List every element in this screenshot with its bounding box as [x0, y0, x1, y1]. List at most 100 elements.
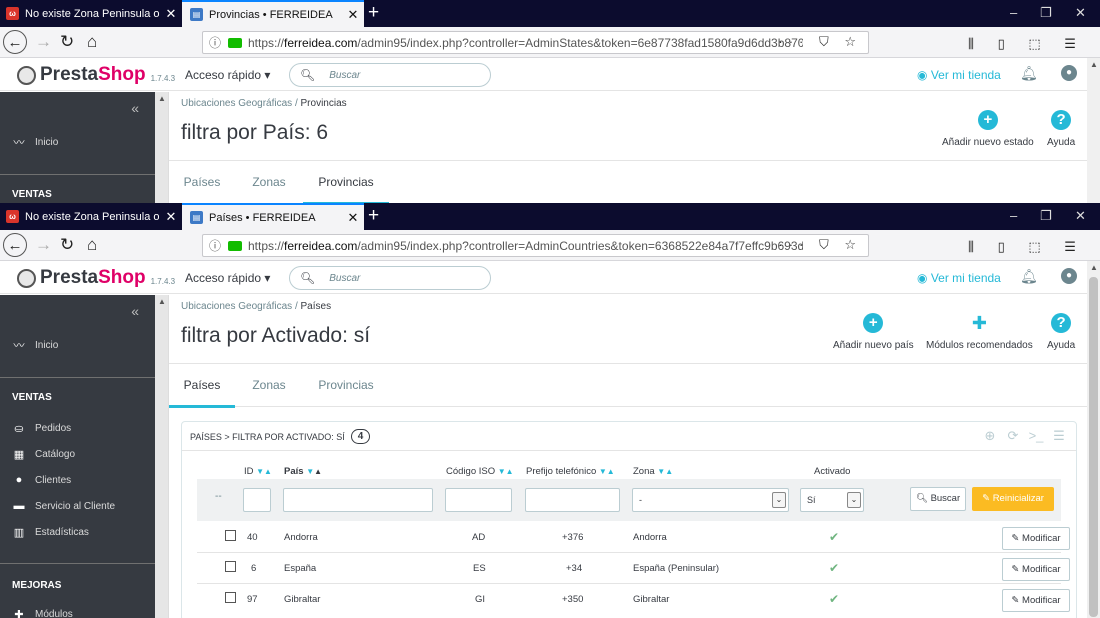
view-store-link[interactable]: ◉ Ver mi tienda — [917, 271, 1001, 285]
page-scrollbar[interactable]: ▲ — [1087, 58, 1100, 203]
close-icon[interactable]: ✕ — [342, 7, 364, 23]
col-iso[interactable]: Código ISO ▼▲ — [446, 466, 514, 477]
close-icon[interactable]: ✕ — [160, 6, 182, 22]
search-button[interactable]: 🔍︎ Buscar — [910, 487, 966, 511]
bell-icon[interactable]: 🔔︎ — [1020, 65, 1038, 82]
sidebar-item-catalogo[interactable]: ▦ Catálogo — [12, 448, 75, 461]
col-id[interactable]: ID ▼▲ — [244, 466, 272, 477]
edit-button[interactable]: ✎ Modificar — [1002, 527, 1070, 550]
minimize-icon[interactable]: – — [1010, 208, 1017, 223]
sidebar-item-inicio[interactable]: 〰 Inicio — [12, 134, 59, 150]
reload-icon[interactable]: ↻ — [60, 32, 74, 52]
row-checkbox[interactable] — [225, 530, 236, 541]
new-tab-icon[interactable]: + — [368, 2, 379, 24]
quick-access-dropdown[interactable]: Acceso rápido ▾ — [185, 271, 270, 285]
tab-paises[interactable]: Países — [169, 364, 235, 408]
check-icon[interactable]: ✔ — [829, 561, 839, 575]
search-input[interactable]: 🔍︎ Buscar — [289, 63, 491, 87]
col-zona[interactable]: Zona ▼▲ — [633, 466, 673, 477]
col-pais[interactable]: País ▼▲ — [284, 466, 322, 477]
view-store-link[interactable]: ◉ Ver mi tienda — [917, 68, 1001, 82]
table-row[interactable]: 40 Andorra AD +376 Andorra ✔ ✎ Modificar — [197, 522, 1070, 553]
col-prefijo[interactable]: Prefijo telefónico ▼▲ — [526, 466, 615, 477]
row-checkbox[interactable] — [225, 592, 236, 603]
tab-provincias[interactable]: Provincias — [303, 161, 389, 203]
help-button[interactable]: ? Ayuda — [1047, 110, 1075, 148]
new-tab-icon[interactable]: + — [368, 205, 379, 227]
add-state-button[interactable]: + Añadir nuevo estado — [942, 110, 1034, 148]
url-bar[interactable]: ⓘ https://ferreidea.com/admin95/index.ph… — [202, 234, 869, 257]
sidebar-item-inicio[interactable]: 〰 Inicio — [12, 337, 59, 353]
restore-icon[interactable]: ❐ — [1040, 5, 1052, 21]
quick-access-dropdown[interactable]: Acceso rápido ▾ — [185, 68, 270, 82]
sidebar-scrollbar[interactable]: ▲ — [155, 295, 169, 618]
edit-button[interactable]: ✎ Modificar — [1002, 589, 1070, 612]
sidebar-item-estadisticas[interactable]: ▥ Estadísticas — [12, 526, 89, 539]
browser-tab-inactive[interactable]: ω No existe Zona Peninsula o Fue ✕ — [0, 203, 182, 230]
library-sidebar-icons[interactable]: ⫼ ▯ ⬚ ☰ — [968, 237, 1086, 257]
collapse-sidebar-icon[interactable]: « — [131, 303, 139, 319]
reload-icon[interactable]: ↻ — [60, 235, 74, 255]
user-icon[interactable]: ● — [1061, 65, 1077, 81]
help-button[interactable]: ? Ayuda — [1047, 313, 1075, 351]
add-country-button[interactable]: + Añadir nuevo país — [833, 313, 914, 351]
edit-button[interactable]: ✎ Modificar — [1002, 558, 1070, 581]
bell-icon[interactable]: 🔔︎ — [1020, 268, 1038, 285]
sidebar-item-clientes[interactable]: ● Clientes — [12, 474, 71, 486]
info-icon[interactable]: ⓘ — [209, 237, 225, 254]
info-icon[interactable]: ⓘ — [209, 34, 225, 51]
back-arrow-icon[interactable]: ← — [3, 30, 27, 54]
search-input[interactable]: 🔍︎ Buscar — [289, 266, 491, 290]
close-icon[interactable]: ✕ — [342, 210, 364, 226]
back-arrow-icon[interactable]: ← — [3, 233, 27, 257]
browser-tab-active[interactable]: ▤ Países • FERREIDEA ✕ — [182, 203, 364, 230]
filter-activado-select[interactable]: Sí ⌄ — [800, 488, 864, 512]
sql-icon[interactable]: >_ — [1027, 427, 1045, 445]
sidebar-scrollbar[interactable]: ▲ — [155, 92, 169, 203]
recommended-modules-button[interactable]: ✚ Módulos recomendados — [926, 313, 1033, 351]
library-sidebar-icons[interactable]: ⫼ ▯ ⬚ ☰ — [968, 34, 1086, 54]
page-actions-icons[interactable]: ··· ⛉ ☆ — [778, 34, 862, 50]
restore-icon[interactable]: ❐ — [1040, 208, 1052, 224]
add-icon[interactable]: ⊕ — [981, 427, 999, 445]
filter-id-input[interactable] — [243, 488, 271, 512]
url-bar[interactable]: ⓘ https://ferreidea.com/admin95/index.ph… — [202, 31, 869, 54]
reset-button[interactable]: ✎ Reinicializar — [972, 487, 1054, 511]
home-icon[interactable]: ⌂ — [87, 235, 97, 255]
page-scrollbar[interactable]: ▲ — [1087, 261, 1100, 618]
filter-iso-input[interactable] — [445, 488, 512, 512]
sidebar-item-pedidos[interactable]: ⛀ Pedidos — [12, 422, 71, 435]
scroll-thumb[interactable] — [1089, 277, 1098, 617]
browser-tab-active[interactable]: ▤ Provincias • FERREIDEA ✕ — [182, 0, 364, 27]
check-icon[interactable]: ✔ — [829, 530, 839, 544]
page-actions-icons[interactable]: ··· ⛉ ☆ — [778, 237, 862, 253]
row-checkbox[interactable] — [225, 561, 236, 572]
refresh-icon[interactable]: ⟳ — [1004, 427, 1022, 445]
close-icon[interactable]: ✕ — [160, 209, 182, 225]
sidebar-item-servicio[interactable]: ▬ Servicio al Cliente — [12, 500, 116, 512]
tab-zonas[interactable]: Zonas — [239, 364, 299, 408]
database-icon[interactable]: ☰ — [1050, 427, 1068, 445]
tab-provincias[interactable]: Provincias — [303, 364, 389, 408]
home-icon[interactable]: ⌂ — [87, 32, 97, 52]
minimize-icon[interactable]: – — [1010, 5, 1017, 20]
close-window-icon[interactable]: ✕ — [1075, 208, 1086, 224]
user-icon[interactable]: ● — [1061, 268, 1077, 284]
collapse-sidebar-icon[interactable]: « — [131, 100, 139, 116]
filter-prefijo-input[interactable] — [525, 488, 620, 512]
table-row[interactable]: 97 Gibraltar GI +350 Gibraltar ✔ ✎ Modif… — [197, 584, 1070, 615]
tab-paises[interactable]: Países — [169, 161, 235, 203]
filter-zona-select[interactable]: - ⌄ — [632, 488, 789, 512]
forward-arrow-icon[interactable]: → — [35, 32, 52, 52]
close-window-icon[interactable]: ✕ — [1075, 5, 1086, 21]
check-icon[interactable]: ✔ — [829, 592, 839, 606]
prestashop-logo[interactable]: PrestaShop 1.7.4.3 — [17, 64, 175, 86]
table-row[interactable]: 6 España ES +34 España (Peninsular) ✔ ✎ … — [197, 553, 1070, 584]
sub-tabs: Países Zonas Provincias — [169, 363, 1087, 408]
browser-tab-inactive[interactable]: ω No existe Zona Peninsula o Fue ✕ — [0, 0, 182, 27]
forward-arrow-icon[interactable]: → — [35, 235, 52, 255]
filter-pais-input[interactable] — [283, 488, 433, 512]
prestashop-logo[interactable]: PrestaShop 1.7.4.3 — [17, 267, 175, 289]
tab-zonas[interactable]: Zonas — [239, 161, 299, 203]
sidebar-item-modulos[interactable]: ✚ Módulos — [12, 608, 72, 618]
